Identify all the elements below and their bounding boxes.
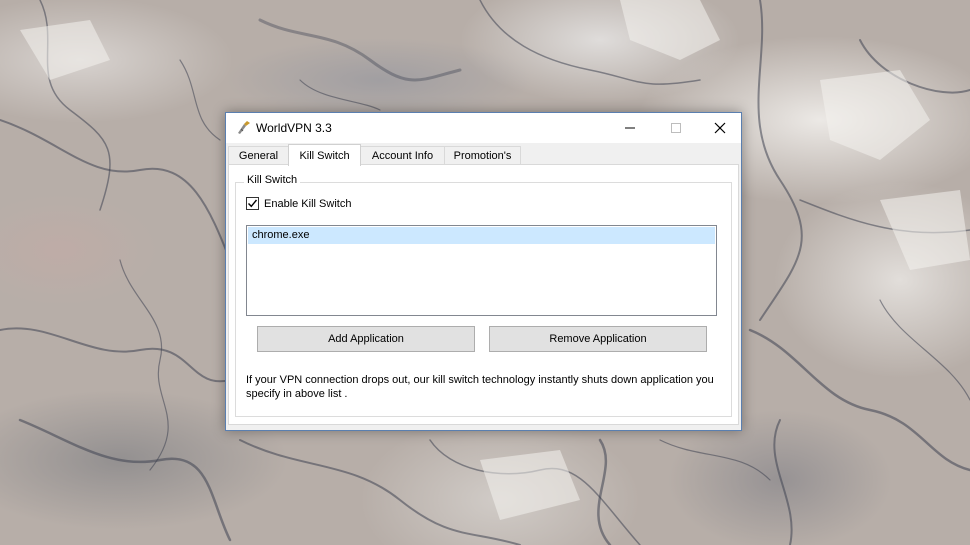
- tab-strip: General Kill Switch Account Info Promoti…: [228, 144, 739, 166]
- enable-kill-switch-checkbox[interactable]: Enable Kill Switch: [246, 197, 351, 210]
- desktop-background: WorldVPN 3.3 General Kill Switch Account…: [0, 0, 970, 545]
- tab-general[interactable]: General: [228, 146, 289, 165]
- title-bar[interactable]: WorldVPN 3.3: [226, 113, 741, 143]
- checkbox-box[interactable]: [246, 197, 259, 210]
- application-list[interactable]: chrome.exe: [246, 225, 717, 316]
- checkmark-icon: [248, 199, 258, 208]
- dialog-content: General Kill Switch Account Info Promoti…: [226, 143, 741, 430]
- tab-account-info[interactable]: Account Info: [360, 146, 445, 165]
- close-icon: [714, 122, 726, 134]
- window-title: WorldVPN 3.3: [256, 121, 332, 135]
- minimize-button[interactable]: [607, 113, 653, 143]
- worldvpn-app-icon: [238, 121, 250, 134]
- add-application-button[interactable]: Add Application: [257, 326, 475, 352]
- list-item[interactable]: chrome.exe: [248, 227, 715, 244]
- kill-switch-panel: Kill Switch Enable Kill Switch chrome.ex…: [228, 164, 739, 425]
- close-button[interactable]: [697, 113, 743, 143]
- group-label: Kill Switch: [244, 174, 301, 186]
- enable-kill-switch-label[interactable]: Enable Kill Switch: [264, 198, 351, 210]
- kill-switch-description: If your VPN connection drops out, our ki…: [246, 374, 714, 400]
- worldvpn-window: WorldVPN 3.3 General Kill Switch Account…: [225, 112, 742, 431]
- minimize-icon: [625, 127, 635, 129]
- maximize-button[interactable]: [653, 113, 699, 143]
- kill-switch-group: Kill Switch Enable Kill Switch chrome.ex…: [235, 174, 732, 417]
- tab-kill-switch[interactable]: Kill Switch: [288, 144, 361, 166]
- maximize-icon: [671, 123, 681, 133]
- remove-application-button[interactable]: Remove Application: [489, 326, 707, 352]
- tab-promotions[interactable]: Promotion's: [444, 146, 521, 165]
